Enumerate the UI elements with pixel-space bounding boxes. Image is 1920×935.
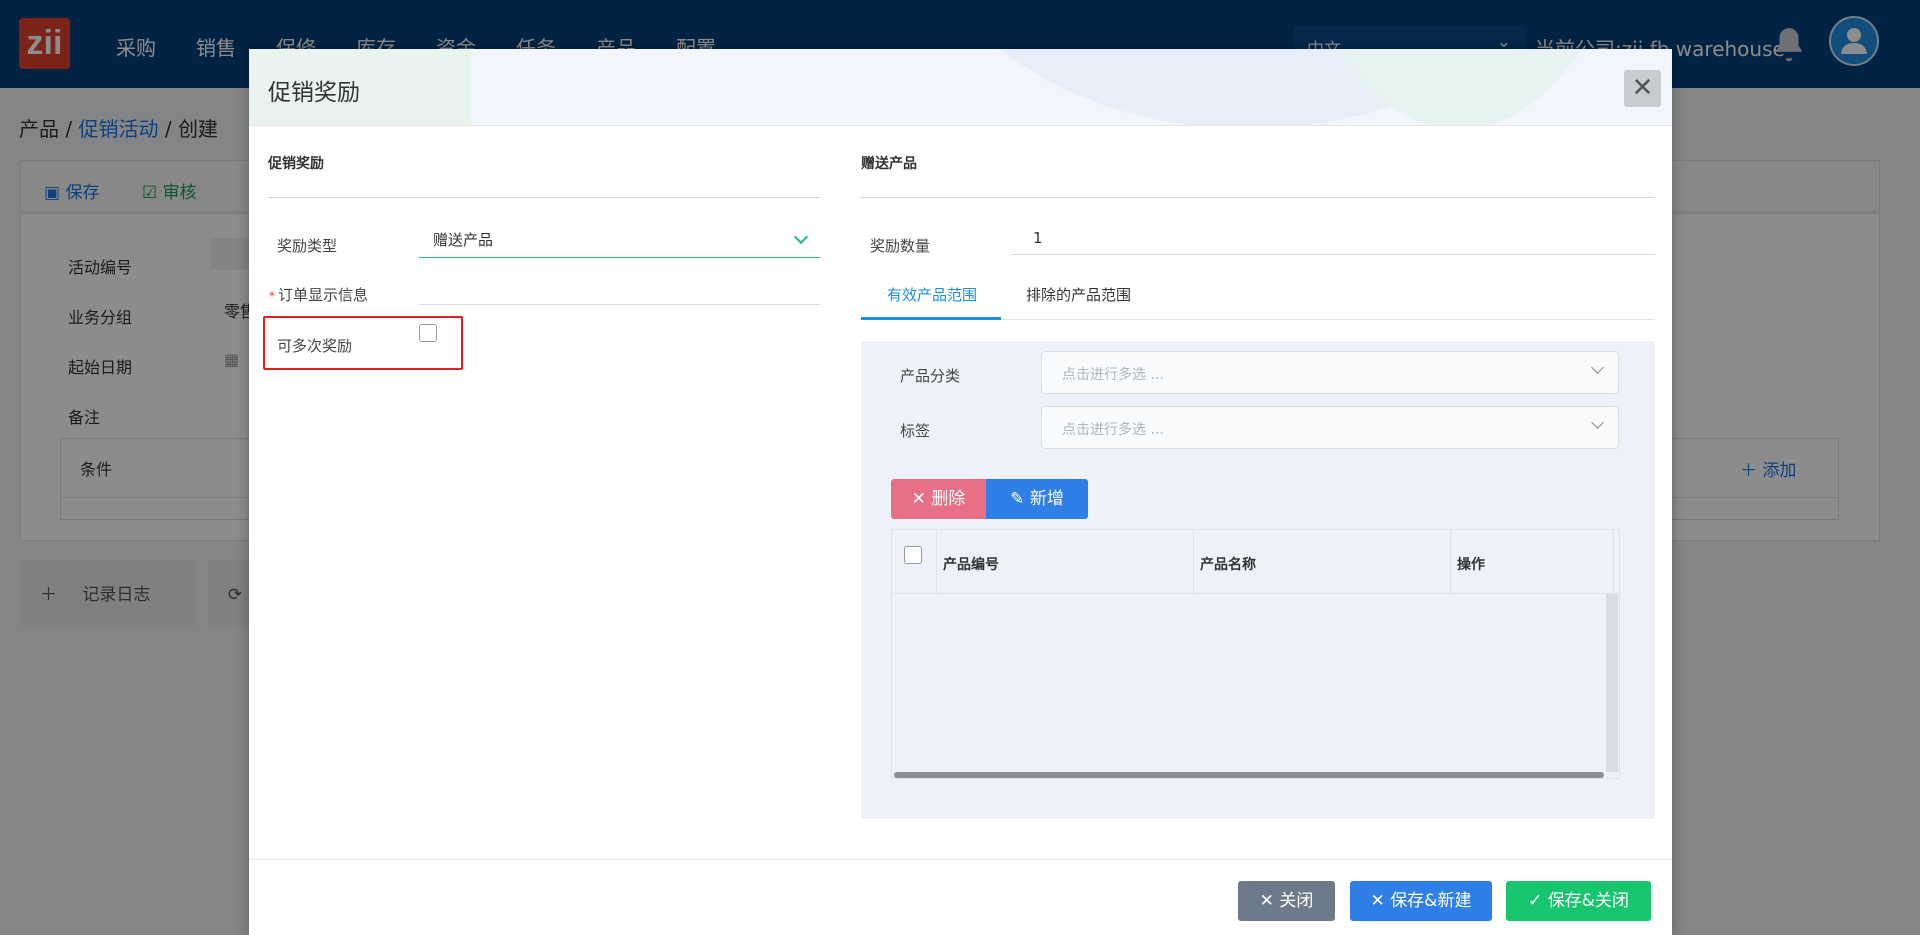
modal-footer-divider [249,859,1672,860]
close-icon: ✕ [911,489,932,509]
chevron-down-icon [1591,361,1604,374]
edit-icon: ✎ [1010,489,1030,509]
section-title-reward: 促销奖励 [268,156,324,172]
delete-button[interactable]: ✕ 删除 [891,479,986,519]
reward-quantity-input[interactable] [1011,254,1655,255]
chevron-down-icon[interactable] [793,229,809,245]
reward-type-value[interactable]: 赠送产品 [433,229,493,250]
vertical-scrollbar[interactable] [1606,594,1618,772]
reward-quantity-label: 奖励数量 [870,237,931,255]
tag-multiselect[interactable]: 点击进行多选 ... [1041,406,1619,449]
close-icon: ✕ [1370,891,1391,911]
close-icon: ✕ [1259,891,1280,911]
multi-reward-checkbox[interactable] [419,324,437,342]
tab-excluded-product-range[interactable]: 排除的产品范围 [1026,284,1131,314]
active-tab-indicator [861,317,1001,320]
product-category-label: 产品分类 [900,367,961,385]
section-title-gift-product: 赠送产品 [861,156,917,172]
tab-valid-product-range[interactable]: 有效产品范围 [887,284,977,314]
reward-type-select-underline [419,257,820,258]
save-and-close-button[interactable]: ✓ 保存&关闭 [1506,881,1651,921]
modal-close-button[interactable]: ✕ [1624,70,1661,107]
reward-type-label: 奖励类型 [277,237,338,255]
new-button[interactable]: ✎ 新增 [986,479,1088,519]
modal-title: 促销奖励 [268,80,360,106]
column-product-name[interactable]: 产品名称 [1194,530,1451,594]
chevron-down-icon [1591,416,1604,429]
select-all-cell [892,530,937,594]
tag-label: 标签 [900,422,931,440]
column-product-code[interactable]: 产品编号 [937,530,1194,594]
reward-quantity-value[interactable]: 1 [1033,229,1043,247]
multi-reward-label: 可多次奖励 [277,337,353,355]
promotion-reward-modal: 促销奖励 ✕ 促销奖励 奖励类型 赠送产品 * 订单显示信息 可多次奖励 赠送产品… [249,49,1672,935]
order-display-info-input[interactable] [419,304,820,305]
order-display-info-label: * 订单显示信息 [269,286,369,304]
save-and-new-button[interactable]: ✕ 保存&新建 [1350,881,1492,921]
select-all-checkbox[interactable] [904,546,922,564]
product-category-multiselect[interactable]: 点击进行多选 ... [1041,351,1619,394]
product-table: 产品编号 产品名称 操作 [891,529,1620,779]
close-icon: ✕ [1631,73,1654,103]
required-mark: * [269,289,275,303]
horizontal-scrollbar[interactable] [894,772,1604,778]
check-icon: ✓ [1528,891,1548,911]
modal-header: 促销奖励 ✕ [249,49,1672,126]
column-actions: 操作 [1451,530,1614,594]
section-divider [268,197,820,198]
section-divider [861,197,1655,198]
close-button[interactable]: ✕ 关闭 [1238,881,1335,921]
table-header: 产品编号 产品名称 操作 [892,530,1619,594]
